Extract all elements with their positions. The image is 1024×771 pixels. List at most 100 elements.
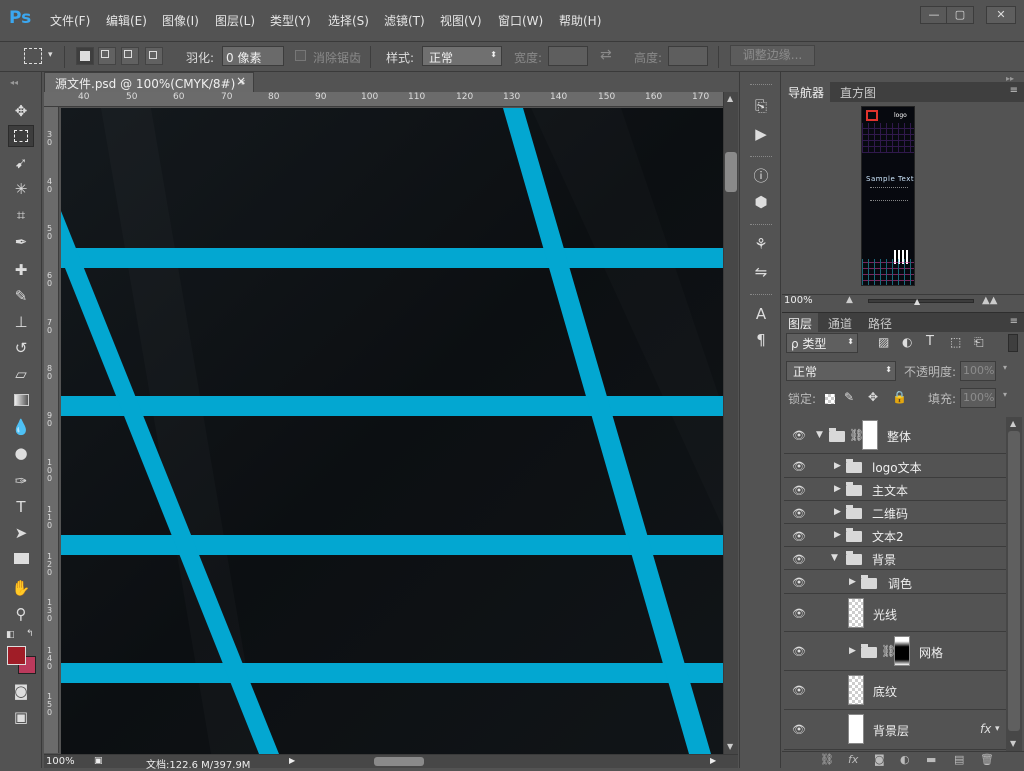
expand-arrow-icon[interactable]: ▶ xyxy=(834,461,841,471)
expand-arrow-icon[interactable]: ▶ xyxy=(834,530,841,540)
quick-mask-icon[interactable]: ◙ xyxy=(8,680,34,702)
navigator-preview[interactable]: logo Sample Text xyxy=(861,106,915,286)
info-panel-icon[interactable]: ⓘ xyxy=(751,166,771,186)
layer-mask-thumbnail[interactable] xyxy=(894,636,910,666)
expand-arrow-icon[interactable]: ▶ xyxy=(834,484,841,494)
history-brush-tool-icon[interactable]: ↺ xyxy=(8,337,34,359)
actions-panel-icon[interactable]: ▶ xyxy=(751,124,771,144)
layer-row-logo文本[interactable]: 👁 ▶ logo文本 xyxy=(784,454,1006,478)
layer-row-背景[interactable]: 👁 ▼ 背景 xyxy=(784,547,1006,570)
navigator-viewport-box[interactable] xyxy=(866,110,878,121)
fx-badge-icon[interactable]: fx xyxy=(980,722,991,736)
menu-image[interactable]: 图像(I) xyxy=(162,12,199,29)
collapse-icon[interactable]: ◂◂ xyxy=(10,78,18,87)
canvas-vertical-scrollbar[interactable]: ▲ ▼ xyxy=(723,92,738,754)
layer-row-网格[interactable]: 👁 ▶ ⛓ 网格 xyxy=(784,632,1006,671)
layer-thumbnail[interactable] xyxy=(848,598,864,628)
visibility-eye-icon[interactable]: 👁 xyxy=(792,553,806,566)
document-tab[interactable]: 源文件.psd @ 100%(CMYK/8#) * xyxy=(44,72,254,92)
scroll-down-icon[interactable]: ▼ xyxy=(727,742,733,751)
zoom-slider-handle[interactable]: ▲ xyxy=(914,297,920,306)
menu-window[interactable]: 窗口(W) xyxy=(498,12,543,29)
intersect-selection-icon[interactable] xyxy=(145,47,163,65)
healing-brush-tool-icon[interactable]: ✚ xyxy=(8,259,34,281)
visibility-eye-icon[interactable]: 👁 xyxy=(792,530,806,543)
fill-input[interactable]: 100% xyxy=(960,388,996,408)
tab-layers[interactable]: 图层 xyxy=(782,313,819,333)
menu-filter[interactable]: 滤镜(T) xyxy=(384,12,425,29)
menu-select[interactable]: 选择(S) xyxy=(328,12,369,29)
tab-paths[interactable]: 路径 xyxy=(862,313,898,333)
layers-scrollbar[interactable]: ▲ ▼ xyxy=(1006,417,1022,751)
layer-row-背景层[interactable]: 👁 背景层 fx ▾ xyxy=(784,710,1006,750)
new-group-icon[interactable]: ▬ xyxy=(926,753,936,766)
visibility-eye-icon[interactable]: 👁 xyxy=(792,723,806,736)
lock-all-icon[interactable]: 🔒 xyxy=(892,390,907,404)
screen-mode-icon[interactable]: ▣ xyxy=(8,706,34,728)
link-layers-icon[interactable]: ⛓ xyxy=(820,753,834,766)
stamp-tool-icon[interactable]: ⊥ xyxy=(8,311,34,333)
type-tool-icon[interactable]: T xyxy=(8,496,34,518)
visibility-eye-icon[interactable]: 👁 xyxy=(792,484,806,497)
visibility-eye-icon[interactable]: 👁 xyxy=(792,507,806,520)
antialias-checkbox[interactable] xyxy=(295,50,306,61)
layer-row-二维码[interactable]: 👁 ▶ 二维码 xyxy=(784,501,1006,524)
gradient-tool-icon[interactable] xyxy=(8,390,34,412)
swap-icon[interactable]: ⇄ xyxy=(600,47,612,63)
width-input[interactable] xyxy=(548,46,588,66)
add-selection-icon[interactable] xyxy=(98,47,116,65)
layer-row-文本2[interactable]: 👁 ▶ 文本2 xyxy=(784,524,1006,547)
chevron-down-icon[interactable]: ▾ xyxy=(1003,363,1007,372)
expand-arrow-icon[interactable]: ▶ xyxy=(849,646,856,656)
layer-mask-thumbnail[interactable] xyxy=(862,420,878,450)
zoom-in-icon[interactable]: ▲▲ xyxy=(982,295,997,306)
move-tool-icon[interactable]: ✥ xyxy=(8,100,34,122)
swap-colors-icon[interactable]: ↰ xyxy=(26,629,34,639)
scroll-down-icon[interactable]: ▼ xyxy=(1010,739,1016,748)
blend-mode-select[interactable]: 正常 ⬍ xyxy=(786,361,896,381)
brush-presets-icon[interactable]: ⚘ xyxy=(751,234,771,254)
marquee-preset-icon[interactable] xyxy=(24,48,42,64)
opacity-input[interactable]: 100% xyxy=(960,361,996,381)
lasso-tool-icon[interactable]: ➹ xyxy=(8,152,34,174)
eyedropper-tool-icon[interactable]: ✒ xyxy=(8,231,34,253)
scroll-up-icon[interactable]: ▲ xyxy=(727,94,733,103)
crop-tool-icon[interactable]: ⌗ xyxy=(8,204,34,226)
scroll-up-icon[interactable]: ▲ xyxy=(1010,419,1016,428)
3d-panel-icon[interactable]: ⬢ xyxy=(751,192,771,212)
horizontal-scroll-thumb[interactable] xyxy=(374,757,424,766)
navigator-zoom-value[interactable]: 100% xyxy=(784,295,813,306)
layer-thumbnail[interactable] xyxy=(848,675,864,705)
panel-menu-icon[interactable]: ≡ xyxy=(1010,85,1018,96)
foreground-color-swatch[interactable] xyxy=(7,646,26,665)
lock-position-icon[interactable]: ✥ xyxy=(868,390,878,404)
menu-view[interactable]: 视图(V) xyxy=(440,12,482,29)
layer-row-整体[interactable]: 👁 ▼ ⛓ 整体 xyxy=(784,417,1006,454)
layer-row-光线[interactable]: 👁 光线 xyxy=(784,594,1006,632)
new-adjustment-icon[interactable]: ◐ xyxy=(900,753,910,766)
default-colors-icon[interactable]: ◧ xyxy=(6,630,15,640)
chevron-down-icon[interactable]: ▾ xyxy=(48,50,53,60)
filter-pixel-icon[interactable]: ▨ xyxy=(878,335,889,349)
filter-smart-object-icon[interactable]: ⎗ xyxy=(974,335,984,350)
status-share-icon[interactable]: ▣ xyxy=(94,756,103,766)
lock-paint-icon[interactable]: ✎ xyxy=(844,390,854,404)
status-zoom[interactable]: 100% xyxy=(46,756,75,767)
path-selection-tool-icon[interactable]: ➤ xyxy=(8,522,34,544)
scroll-thumb[interactable] xyxy=(725,152,737,192)
dodge-tool-icon[interactable]: ● xyxy=(8,442,34,464)
menu-file[interactable]: 文件(F) xyxy=(50,12,90,29)
visibility-eye-icon[interactable]: 👁 xyxy=(792,576,806,589)
panel-menu-icon[interactable]: ≡ xyxy=(1010,316,1018,327)
menu-layer[interactable]: 图层(L) xyxy=(215,12,255,29)
maximize-button[interactable]: ▢ xyxy=(946,6,974,24)
brush-tool-icon[interactable]: ✎ xyxy=(8,285,34,307)
filter-adjustment-icon[interactable]: ◐ xyxy=(902,335,912,349)
style-select[interactable]: 正常 ⬍ xyxy=(422,46,502,66)
lock-transparent-icon[interactable] xyxy=(825,394,835,404)
status-menu-icon[interactable]: ▶ xyxy=(289,756,295,765)
magic-wand-tool-icon[interactable]: ✳ xyxy=(8,178,34,200)
visibility-eye-icon[interactable]: 👁 xyxy=(792,684,806,697)
zoom-slider-track[interactable] xyxy=(868,299,974,303)
expand-arrow-icon[interactable]: ▼ xyxy=(831,553,838,563)
